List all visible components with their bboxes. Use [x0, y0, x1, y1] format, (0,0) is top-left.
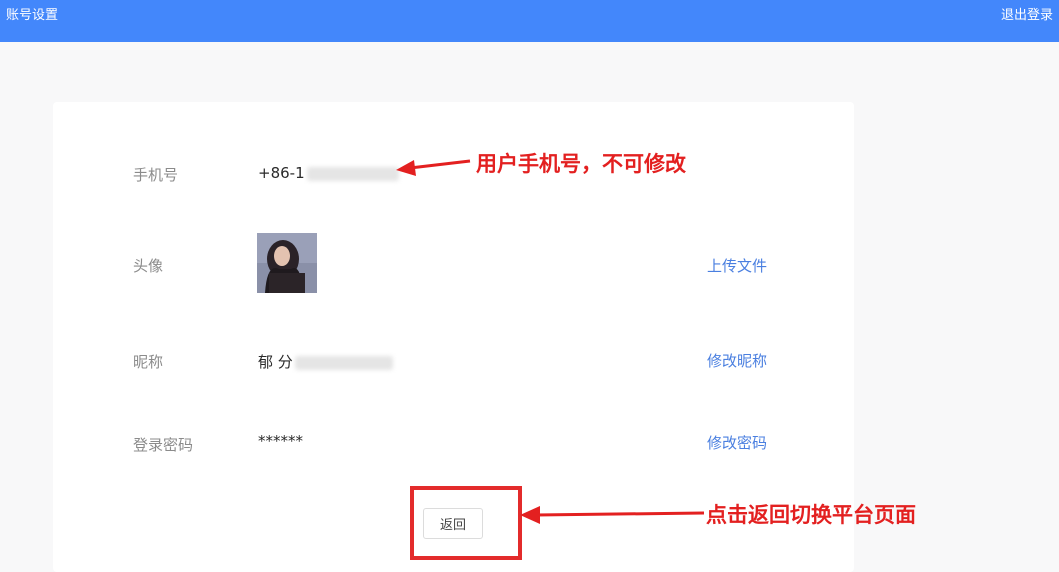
phone-annotation: 用户手机号，不可修改: [476, 151, 686, 176]
phone-arrow-line: [409, 159, 471, 170]
annotation-arrows: [396, 159, 705, 524]
phone-arrow-head: [396, 160, 416, 176]
back-arrow-line: [535, 511, 705, 517]
back-annotation: 点击返回切换平台页面: [706, 502, 916, 527]
back-arrow-head: [520, 506, 540, 524]
